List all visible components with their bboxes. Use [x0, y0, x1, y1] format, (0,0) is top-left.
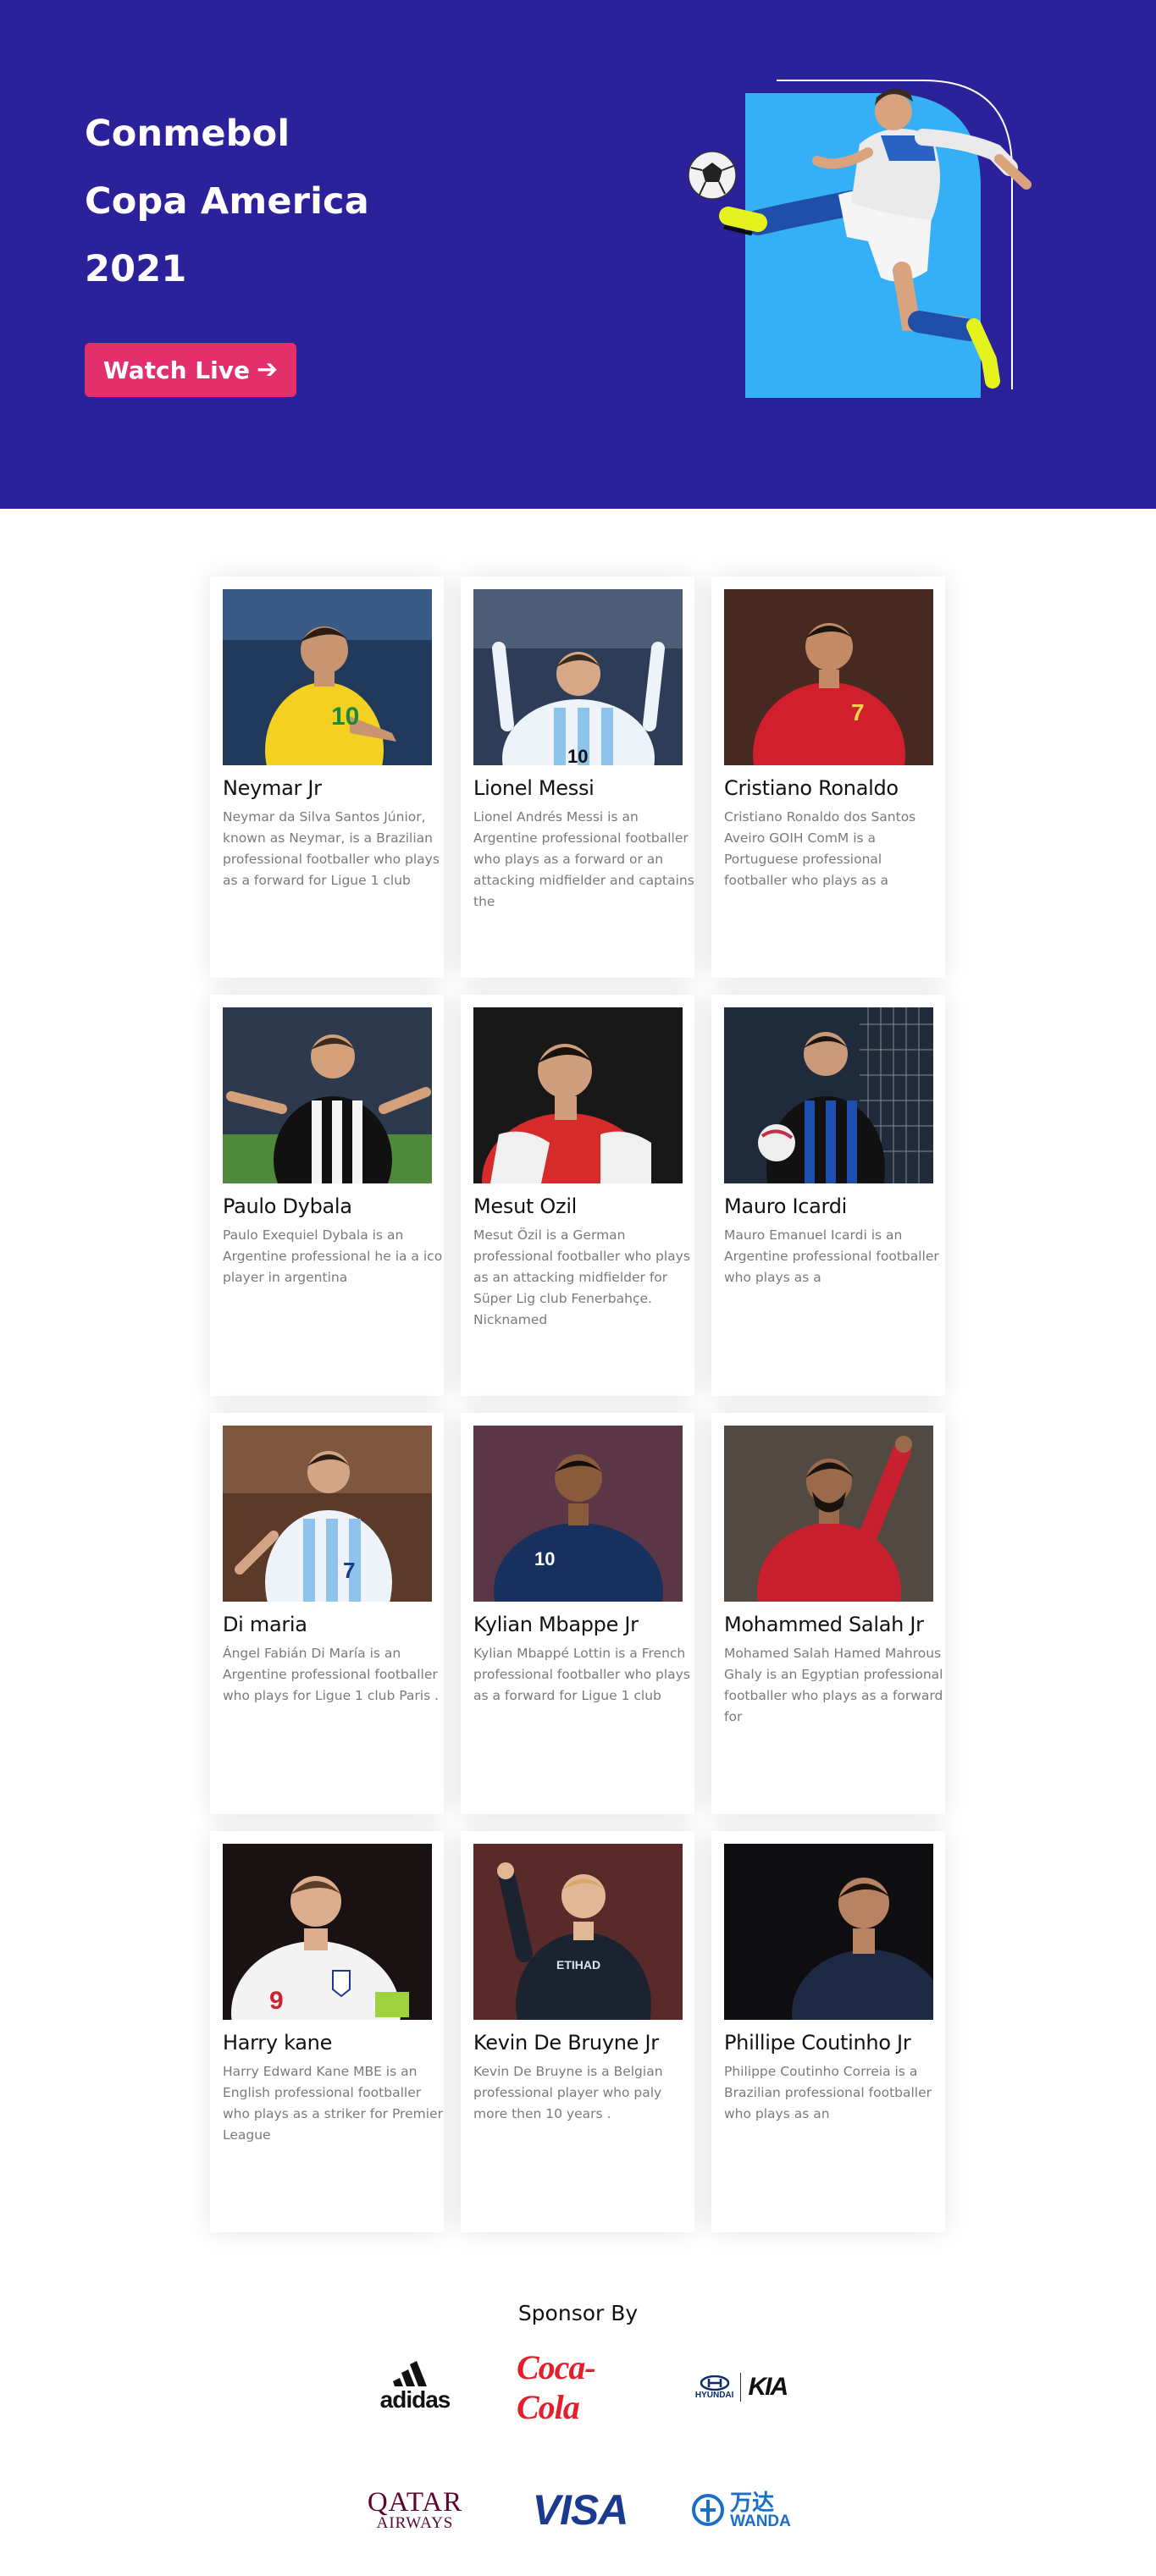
- player-card[interactable]: 10 Lionel Messi Lionel Andrés Messi is a…: [461, 576, 694, 978]
- cocacola-wordmark: Coca-Cola: [517, 2348, 596, 2426]
- airways-wordmark: AIRWAYS: [376, 2514, 454, 2532]
- player-name: Harry kane: [223, 2031, 333, 2055]
- svg-text:7: 7: [343, 1558, 355, 1583]
- player-card[interactable]: 10 Neymar Jr Neymar da Silva Santos Júni…: [210, 576, 444, 978]
- player-photo: 10: [473, 589, 683, 765]
- player-photo: [473, 1007, 683, 1183]
- player-bio: Ángel Fabián Di María is an Argentine pr…: [223, 1646, 440, 1703]
- player-card[interactable]: 7 Di maria Ángel Fabián Di María is an A…: [210, 1413, 444, 1814]
- player-photo: [724, 1844, 933, 2020]
- player-photo-blue-black-kit: [724, 1007, 933, 1183]
- player-card[interactable]: ETIHAD Kevin De Bruyne Jr Kevin De Bruyn…: [461, 1831, 694, 2232]
- player-bio: Cristiano Ronaldo dos Santos Aveiro GOIH…: [724, 809, 916, 888]
- player-photo: ETIHAD: [473, 1844, 683, 2020]
- player-photo: [223, 1007, 432, 1183]
- player-name: Mauro Icardi: [724, 1194, 848, 1218]
- player-photo-navy-kit: 10: [473, 1426, 683, 1602]
- player-bio: Harry Edward Kane MBE is an English prof…: [223, 2064, 443, 2143]
- player-photo-argentina-kit: 7: [223, 1426, 432, 1602]
- player-photo: 10: [223, 589, 432, 765]
- player-bio: Mesut Özil is a German professional foot…: [473, 1227, 690, 1327]
- player-photo: 7: [223, 1426, 432, 1602]
- svg-text:ETIHAD: ETIHAD: [556, 1958, 600, 1972]
- player-photo-red-kit: [724, 1426, 933, 1602]
- player-bio: Neymar da Silva Santos Júnior, known as …: [223, 809, 440, 888]
- player-bio: Lionel Andrés Messi is an Argentine prof…: [473, 809, 694, 909]
- player-photo: [724, 1007, 933, 1183]
- qatar-wordmark: QATAR: [367, 2487, 463, 2518]
- player-name: Phillipe Coutinho Jr: [724, 2031, 911, 2055]
- player-bio: Mohamed Salah Hamed Mahrous Ghaly is an …: [724, 1646, 943, 1724]
- player-photo-striped-kit: [223, 1007, 432, 1183]
- player-bio: Mauro Emanuel Icardi is an Argentine pro…: [724, 1227, 939, 1285]
- watch-live-button[interactable]: Watch Live ➔: [85, 343, 296, 397]
- sponsor-qatar-airways-logo[interactable]: QATAR AIRWAYS: [356, 2480, 474, 2540]
- adidas-stripes-icon: [392, 2361, 427, 2386]
- player-photo-red-kit: 7: [724, 589, 933, 765]
- player-name: Mesut Ozil: [473, 1194, 578, 1218]
- player-card[interactable]: Phillipe Coutinho Jr Philippe Coutinho C…: [711, 1831, 945, 2232]
- player-name: Cristiano Ronaldo: [724, 776, 899, 800]
- watch-live-label: Watch Live: [102, 356, 250, 384]
- player-card[interactable]: 9 Harry kane Harry Edward Kane MBE is an…: [210, 1831, 444, 2232]
- hero-player-art: [688, 80, 1032, 398]
- sponsor-visa-logo[interactable]: VISA: [521, 2480, 639, 2540]
- sponsor-cocacola-logo[interactable]: Coca-Cola: [517, 2348, 644, 2426]
- hero-banner: Conmebol Copa America 2021 Watch Live ➔: [0, 0, 1156, 509]
- logo-divider: [740, 2373, 742, 2402]
- wanda-chinese-wordmark: 万达: [730, 2489, 775, 2515]
- player-photo: 9: [223, 1844, 432, 2020]
- player-bio: Kevin De Bruyne is a Belgian professiona…: [473, 2064, 663, 2121]
- player-name: Lionel Messi: [473, 776, 595, 800]
- player-card[interactable]: Paulo Dybala Paulo Exequiel Dybala is an…: [210, 995, 444, 1396]
- player-name: Kylian Mbappe Jr: [473, 1613, 639, 1636]
- svg-text:9: 9: [269, 1987, 284, 2015]
- player-bio: Paulo Exequiel Dybala is an Argentine pr…: [223, 1227, 443, 1285]
- player-photo: [724, 1426, 933, 1602]
- player-card[interactable]: 7 Cristiano Ronaldo Cristiano Ronaldo do…: [711, 576, 945, 978]
- player-photo: 10: [473, 1426, 683, 1602]
- hyundai-emblem-icon: [700, 2375, 729, 2391]
- player-photo-red-white-kit: [473, 1007, 683, 1183]
- hero-player-illustration: [678, 68, 1076, 440]
- player-card[interactable]: Mauro Icardi Mauro Emanuel Icardi is an …: [711, 995, 945, 1396]
- wanda-emblem-icon: [692, 2494, 725, 2526]
- svg-text:10: 10: [331, 703, 359, 731]
- hero-title-line-3: 2021: [85, 248, 187, 290]
- player-name: Mohammed Salah Jr: [724, 1613, 924, 1636]
- hero-title-line-2: Copa America: [85, 180, 369, 223]
- svg-text:7: 7: [851, 699, 865, 725]
- player-card[interactable]: Mesut Ozil Mesut Özil is a German profes…: [461, 995, 694, 1396]
- kia-wordmark: KIA: [748, 2373, 788, 2401]
- player-name: Paulo Dybala: [223, 1194, 352, 1218]
- hyundai-wordmark: HYUNDAI: [694, 2390, 734, 2400]
- sponsor-adidas-logo[interactable]: adidas: [364, 2358, 466, 2417]
- player-card[interactable]: 10 Kylian Mbappe Jr Kylian Mbappé Lottin…: [461, 1413, 694, 1814]
- visa-wordmark: VISA: [532, 2486, 629, 2534]
- sponsor-wanda-logo[interactable]: 万达 WANDA: [686, 2480, 796, 2540]
- svg-text:10: 10: [567, 746, 588, 765]
- player-photo-navy-kit: [724, 1844, 933, 2020]
- hero-title: Conmebol Copa America 2021: [85, 100, 369, 303]
- player-photo: 7: [724, 589, 933, 765]
- player-name: Di maria: [223, 1613, 307, 1636]
- player-name: Neymar Jr: [223, 776, 322, 800]
- player-bio: Philippe Coutinho Correia is a Brazilian…: [724, 2064, 932, 2121]
- player-card[interactable]: Mohammed Salah Jr Mohamed Salah Hamed Ma…: [711, 1413, 945, 1814]
- adidas-wordmark: adidas: [379, 2386, 451, 2413]
- player-photo-white-kit: 9: [223, 1844, 432, 2020]
- ball-icon: [688, 151, 737, 200]
- player-bio: Kylian Mbappé Lottin is a French profess…: [473, 1646, 690, 1703]
- player-name: Kevin De Bruyne Jr: [473, 2031, 659, 2055]
- player-photo-argentina-kit: 10: [473, 589, 683, 765]
- sponsor-title: Sponsor By: [517, 2301, 639, 2325]
- svg-text:10: 10: [534, 1548, 555, 1569]
- player-photo-dark-kit: ETIHAD: [473, 1844, 683, 2020]
- sponsor-hyundai-kia-logo[interactable]: HYUNDAI KIA: [686, 2358, 796, 2417]
- player-photo-yellow-kit: 10: [223, 589, 432, 765]
- hero-title-line-1: Conmebol: [85, 113, 290, 155]
- wanda-wordmark: WANDA: [730, 2512, 791, 2530]
- arrow-right-icon: ➔: [257, 355, 279, 384]
